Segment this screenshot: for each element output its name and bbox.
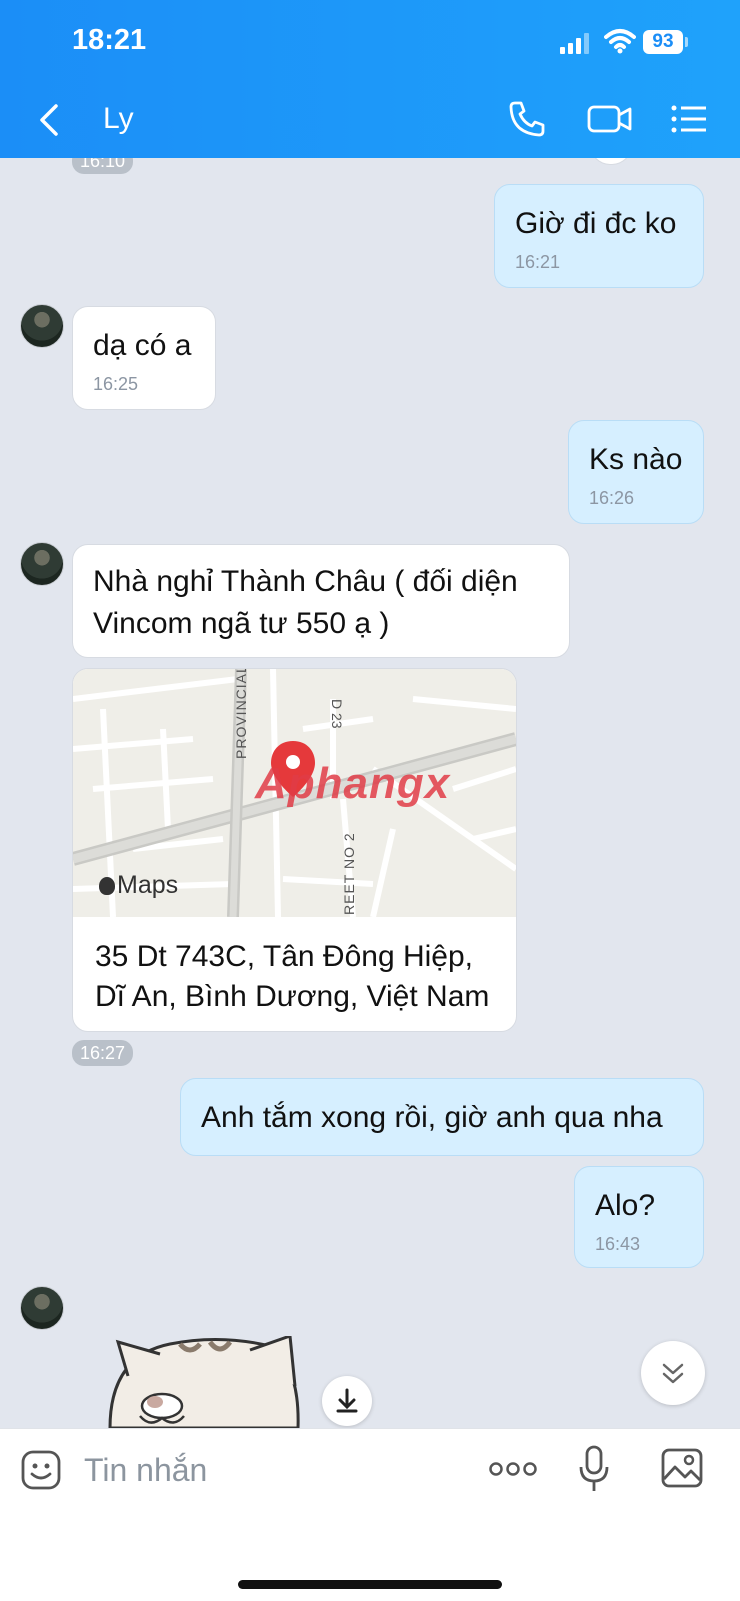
message-bubble-outgoing[interactable]: Alo? 16:43 [574,1166,704,1268]
image-gallery-icon[interactable] [660,1447,704,1489]
battery-indicator: 93 [643,30,683,54]
message-time: 16:25 [93,374,139,394]
download-icon [336,1388,358,1413]
phone-call-icon[interactable] [506,98,548,140]
maps-brand-text: Maps [117,871,179,899]
apple-logo-icon [99,877,115,895]
address-line: 35 Dt 743C, Tân Đông Hiệp, [95,940,474,973]
microphone-icon[interactable] [578,1445,610,1493]
message-text: Giờ đi đc ko [515,207,677,240]
contact-avatar[interactable] [20,1286,64,1330]
message-text-line: Vincom ngã tư 550 ạ ) [93,607,390,640]
chat-header: 18:21 93 Ly [0,0,740,158]
message-text-line: Nhà nghỉ Thành Châu ( đối diện [93,565,518,598]
sticker-emoji-icon[interactable] [20,1449,62,1491]
message-time: 16:21 [515,252,561,272]
message-composer [0,1428,740,1601]
message-text: Alo? [595,1189,656,1222]
chevron-double-down-icon [662,1363,684,1384]
map-label-street: REET NO 2 [341,832,357,915]
cat-sticker[interactable] [100,1336,300,1428]
battery-tip [685,37,688,47]
cellular-signal-icon [560,32,590,54]
location-address: 35 Dt 743C, Tân Đông Hiệp, Dĩ An, Bình D… [95,937,505,1017]
message-bubble-outgoing[interactable]: Anh tắm xong rồi, giờ anh qua nha [180,1078,704,1156]
map-preview[interactable]: PROVINCIAL D 23 REET NO 2 Aphangx Maps [73,668,516,918]
menu-list-icon[interactable] [668,98,710,140]
message-input[interactable] [82,1447,466,1493]
message-text: Ks nào [589,443,683,476]
message-bubble-incoming[interactable]: Nhà nghỉ Thành Châu ( đối diện Vincom ng… [72,544,570,658]
map-label-provincial: PROVINCIAL [233,668,249,759]
video-call-icon[interactable] [586,98,634,140]
message-bubble-outgoing[interactable]: Ks nào 16:26 [568,420,704,524]
back-button[interactable] [30,100,70,140]
location-card[interactable]: PROVINCIAL D 23 REET NO 2 Aphangx Maps 3… [72,668,517,1032]
scroll-to-bottom-button[interactable] [641,1341,705,1405]
maps-brand-label: Maps [99,871,178,900]
contact-avatar[interactable] [20,304,64,348]
watermark: Aphangx [255,759,451,808]
message-text: Anh tắm xong rồi, giờ anh qua nha [201,1101,663,1134]
map-label-road: D 23 [329,699,345,729]
message-bubble-outgoing[interactable]: Giờ đi đc ko 16:21 [494,184,704,288]
more-options-icon[interactable] [488,1455,538,1483]
contact-name[interactable]: Ly [103,102,134,136]
status-time: 18:21 [72,24,147,56]
address-line: Dĩ An, Bình Dương, Việt Nam [95,980,490,1013]
contact-avatar[interactable] [20,542,64,586]
message-bubble-incoming[interactable]: dạ có a 16:25 [72,306,216,410]
download-button[interactable] [322,1376,372,1426]
wifi-icon [604,29,636,54]
message-text: dạ có a [93,329,192,362]
message-time: 16:43 [595,1234,641,1254]
message-time: 16:26 [589,488,635,508]
message-time: 16:27 [72,1040,134,1066]
home-indicator [238,1580,502,1589]
